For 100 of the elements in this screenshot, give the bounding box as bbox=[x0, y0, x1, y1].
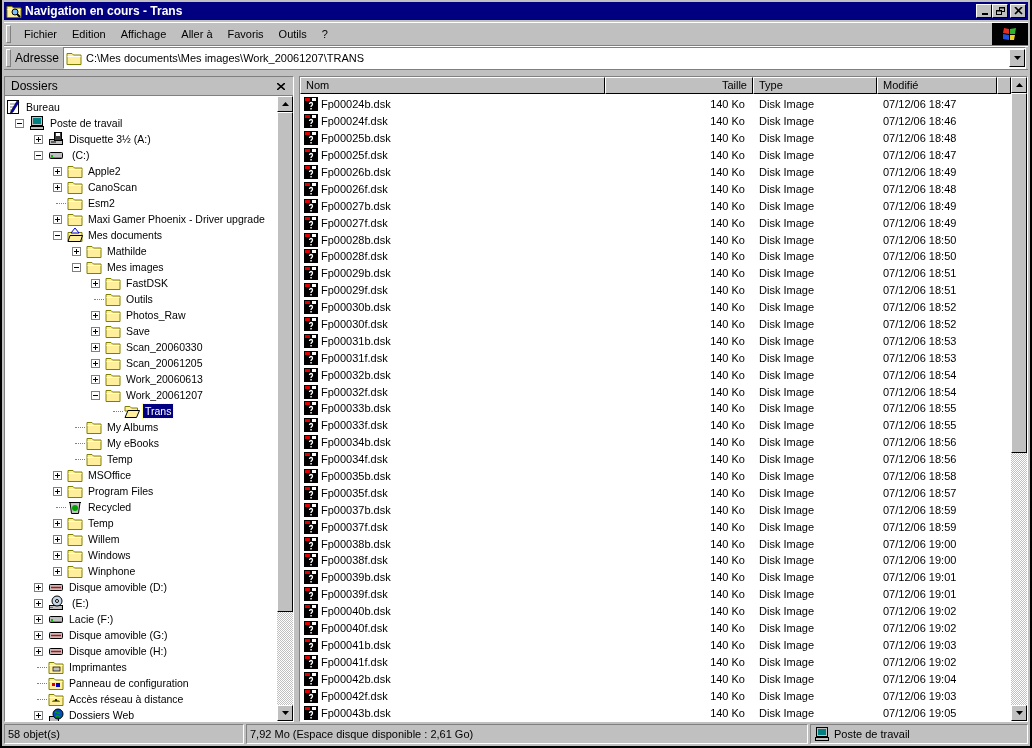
tree-item[interactable]: Scan_20061205 bbox=[124, 356, 205, 370]
file-name[interactable]: Fp00030f.dsk bbox=[321, 318, 388, 330]
tree-item[interactable]: Recycled bbox=[86, 500, 134, 514]
tree-item[interactable]: Windows bbox=[86, 548, 133, 562]
scroll-up-button[interactable] bbox=[1011, 77, 1027, 93]
expand-icon[interactable] bbox=[53, 566, 62, 576]
column-header[interactable]: Type bbox=[753, 77, 877, 94]
tree-item[interactable]: Disque amovible (D:) bbox=[67, 580, 170, 594]
expand-icon[interactable] bbox=[34, 646, 43, 656]
expand-icon[interactable] bbox=[53, 470, 62, 480]
file-name[interactable]: Fp00034b.dsk bbox=[321, 436, 391, 449]
dropdown-button[interactable] bbox=[1009, 49, 1025, 67]
file-name[interactable]: Fp00037b.dsk bbox=[321, 503, 391, 516]
scroll-up-button[interactable] bbox=[277, 96, 293, 112]
tree-item[interactable]: Disquette 3½ (A:) bbox=[67, 132, 153, 146]
file-name[interactable]: Fp00033b.dsk bbox=[321, 402, 391, 415]
tree-item[interactable]: My eBooks bbox=[105, 436, 161, 450]
tree-item[interactable]: FastDSK bbox=[124, 276, 170, 290]
tree-item[interactable]: Temp bbox=[86, 516, 116, 530]
menu-item[interactable]: Favoris bbox=[218, 28, 270, 40]
tree-item[interactable]: Imprimantes bbox=[67, 660, 129, 674]
collapse-icon[interactable] bbox=[53, 230, 62, 240]
expand-icon[interactable] bbox=[34, 630, 43, 640]
column-header[interactable] bbox=[997, 77, 1011, 94]
file-name[interactable]: Fp00026b.dsk bbox=[321, 166, 391, 178]
file-name[interactable]: Fp00027b.dsk bbox=[321, 199, 391, 212]
expand-icon[interactable] bbox=[53, 518, 62, 528]
tree-item[interactable]: Disque amovible (G:) bbox=[67, 628, 170, 642]
expand-icon[interactable] bbox=[91, 326, 100, 336]
tree-item[interactable]: Scan_20060330 bbox=[124, 340, 205, 354]
tree-item[interactable]: Bureau bbox=[24, 100, 62, 114]
tree-item[interactable]: Program Files bbox=[86, 484, 156, 498]
expand-icon[interactable] bbox=[53, 166, 62, 176]
file-name[interactable]: Fp00042b.dsk bbox=[321, 672, 391, 685]
expand-icon[interactable] bbox=[53, 550, 62, 560]
column-header[interactable]: Nom bbox=[300, 77, 605, 94]
tree-item[interactable]: Mathilde bbox=[105, 244, 149, 258]
expand-icon[interactable] bbox=[91, 310, 100, 320]
file-name[interactable]: Fp00029f.dsk bbox=[321, 284, 388, 297]
file-name[interactable]: Fp00041b.dsk bbox=[321, 638, 391, 651]
file-name[interactable]: Fp00034f.dsk bbox=[321, 453, 388, 466]
expand-icon[interactable] bbox=[72, 246, 81, 256]
tree-item[interactable]: My Albums bbox=[105, 420, 161, 434]
scrollbar[interactable] bbox=[277, 96, 293, 721]
file-name[interactable]: Fp00039b.dsk bbox=[321, 571, 391, 584]
file-name[interactable]: Fp00031f.dsk bbox=[321, 351, 388, 364]
expand-icon[interactable] bbox=[91, 358, 100, 368]
file-name[interactable]: Fp00032f.dsk bbox=[321, 385, 388, 398]
file-name[interactable]: Fp00039f.dsk bbox=[321, 588, 388, 601]
tree-item[interactable]: Lacie (F:) bbox=[67, 612, 116, 626]
collapse-icon[interactable] bbox=[72, 262, 81, 272]
file-name[interactable]: Fp00032b.dsk bbox=[321, 368, 391, 381]
scroll-down-button[interactable] bbox=[1011, 705, 1027, 721]
expand-icon[interactable] bbox=[34, 582, 43, 592]
tree-item[interactable]: Mes images bbox=[105, 260, 166, 274]
file-name[interactable]: Fp00030b.dsk bbox=[321, 301, 391, 314]
column-header[interactable]: Modifié bbox=[877, 77, 997, 94]
file-name[interactable]: Fp00025f.dsk bbox=[321, 149, 388, 162]
expand-icon[interactable] bbox=[34, 614, 43, 624]
tree-item[interactable]: MSOffice bbox=[86, 468, 133, 482]
file-name[interactable]: Fp00041f.dsk bbox=[321, 655, 388, 668]
expand-icon[interactable] bbox=[34, 710, 43, 720]
file-name[interactable]: Fp00024b.dsk bbox=[321, 98, 391, 111]
menu-item[interactable]: Affichage bbox=[111, 28, 173, 40]
tree-item[interactable]: Temp bbox=[105, 452, 135, 466]
tree-item[interactable]: Trans bbox=[143, 404, 174, 418]
file-name[interactable]: Fp00033f.dsk bbox=[321, 419, 388, 432]
file-name[interactable]: Fp00028f.dsk bbox=[321, 250, 388, 263]
column-header[interactable]: Taille bbox=[605, 77, 753, 94]
tree-item[interactable]: (E:) bbox=[67, 596, 91, 610]
tree-item[interactable]: Work_20061207 bbox=[124, 388, 205, 402]
minimize-button[interactable] bbox=[976, 4, 992, 18]
file-name[interactable]: Fp00031b.dsk bbox=[321, 334, 391, 347]
expand-icon[interactable] bbox=[53, 486, 62, 496]
file-name[interactable]: Fp00029b.dsk bbox=[321, 267, 391, 280]
expand-icon[interactable] bbox=[53, 214, 62, 224]
expand-icon[interactable] bbox=[34, 134, 43, 144]
restore-button[interactable] bbox=[992, 4, 1008, 18]
scrollbar[interactable] bbox=[1011, 77, 1027, 721]
tree-item[interactable]: Dossiers Web bbox=[67, 708, 137, 721]
file-name[interactable]: Fp00027f.dsk bbox=[321, 216, 388, 229]
file-name[interactable]: Fp00040f.dsk bbox=[321, 622, 388, 635]
file-name[interactable]: Fp00025b.dsk bbox=[321, 132, 391, 145]
tree-item[interactable]: Esm2 bbox=[86, 196, 117, 210]
tree-item[interactable]: Poste de travail bbox=[48, 116, 125, 130]
expand-icon[interactable] bbox=[91, 342, 100, 352]
tree-item[interactable]: Accès réseau à distance bbox=[67, 692, 186, 706]
tree-item[interactable]: Willem bbox=[86, 532, 122, 546]
menu-item[interactable]: Aller à bbox=[172, 28, 219, 40]
scroll-thumb[interactable] bbox=[277, 112, 293, 612]
expand-icon[interactable] bbox=[91, 278, 100, 288]
expand-icon[interactable] bbox=[53, 182, 62, 192]
tree-item[interactable]: Maxi Gamer Phoenix - Driver upgrade bbox=[86, 212, 267, 226]
tree-item[interactable]: Winphone bbox=[86, 564, 138, 578]
tree-item[interactable]: Outils bbox=[124, 292, 155, 306]
close-button[interactable] bbox=[1010, 4, 1026, 18]
address-field[interactable]: C:\Mes documents\Mes images\Work_20061207\TRANS bbox=[63, 47, 1026, 69]
file-name[interactable]: Fp00024f.dsk bbox=[321, 115, 388, 128]
file-name[interactable]: Fp00042f.dsk bbox=[321, 689, 388, 702]
tree-item[interactable]: Apple2 bbox=[86, 164, 123, 178]
